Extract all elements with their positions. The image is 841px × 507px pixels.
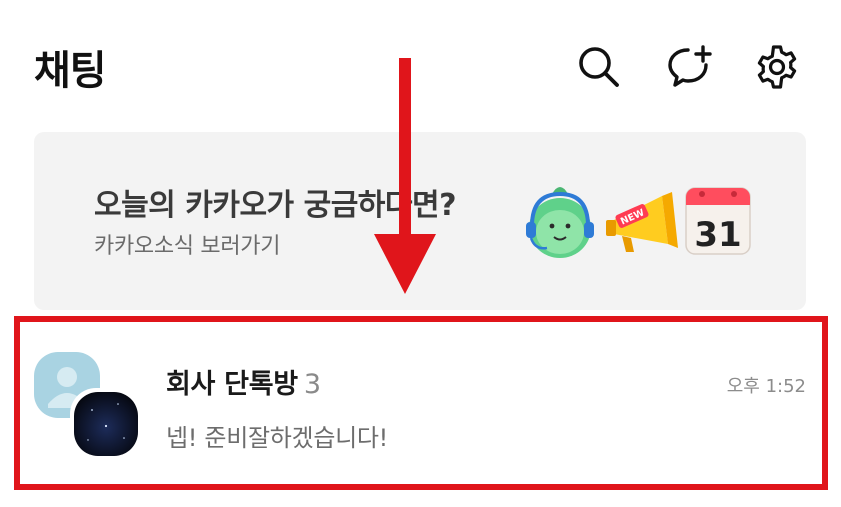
- megaphone-icon: NEW: [606, 192, 678, 252]
- banner-subtitle: 카카오소식 보러가기: [94, 234, 281, 259]
- calendar-icon: 31: [685, 187, 751, 255]
- member-count: 3: [303, 369, 321, 400]
- group-avatar: [34, 352, 140, 458]
- chat-room-title: 회사 단톡방: [166, 369, 298, 400]
- last-message-time: 오후 1:52: [726, 376, 806, 397]
- settings-icon: [757, 45, 797, 89]
- search-icon: [579, 47, 619, 87]
- character-icon: [526, 187, 594, 258]
- new-chat-button[interactable]: [664, 42, 714, 92]
- svg-text:31: 31: [694, 215, 741, 255]
- banner-illustrations: NEW 31: [526, 187, 751, 258]
- kakao-news-banner[interactable]: 오늘의 카카오가 궁금하다면? 카카오소식 보러가기 NEW 31: [34, 132, 806, 310]
- banner-title: 오늘의 카카오가 궁금하다면?: [94, 188, 457, 223]
- new-chat-icon: [668, 45, 712, 87]
- settings-button[interactable]: [752, 42, 802, 92]
- chat-room-name: 회사 단톡방 3: [166, 362, 321, 401]
- page-title: 채팅: [34, 48, 107, 94]
- last-message-preview: 넵! 준비잘하겠습니다!: [166, 424, 388, 452]
- chat-list-item[interactable]: 회사 단톡방 3 오후 1:52 넵! 준비잘하겠습니다!: [34, 340, 810, 460]
- search-button[interactable]: [574, 42, 624, 92]
